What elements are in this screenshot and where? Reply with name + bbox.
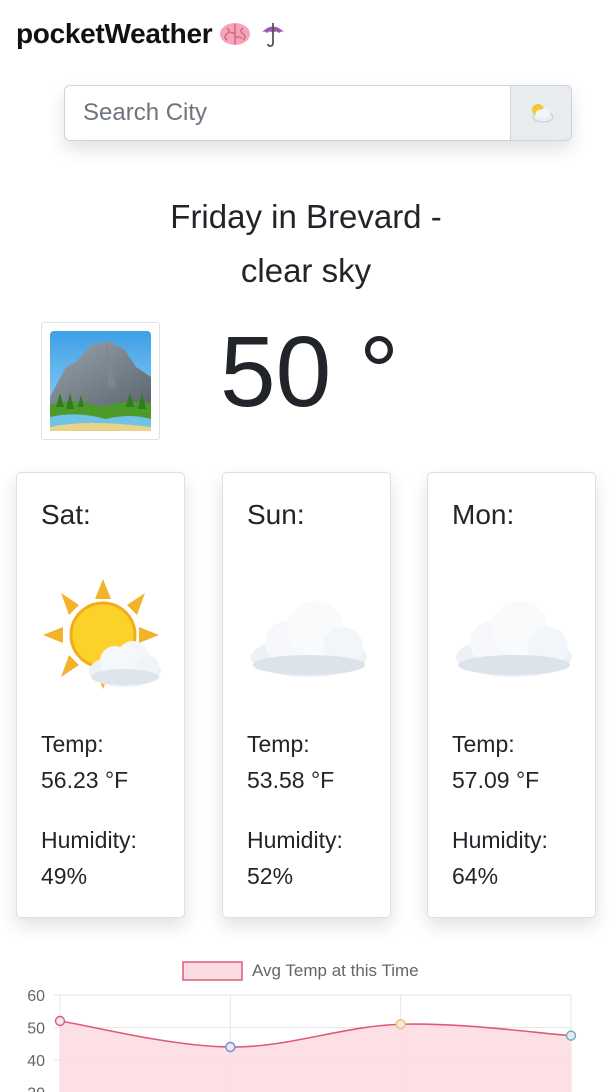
- umbrella-icon: [258, 19, 288, 49]
- data-point: [565, 1030, 577, 1041]
- humidity-label: Humidity:: [247, 827, 343, 853]
- y-tick-label: 40: [27, 1053, 45, 1070]
- forecast-card: Mon: Temp: 57.09 °F Humidity: 64%: [427, 472, 596, 918]
- temp-label: Temp:: [41, 731, 104, 757]
- series-area: [60, 1021, 571, 1092]
- search-bar: [64, 85, 572, 141]
- legend-label: Avg Temp at this Time: [252, 961, 419, 980]
- legend-swatch: [182, 961, 243, 981]
- headline-description: clear sky: [240, 252, 372, 289]
- y-tick-label: 60: [27, 988, 45, 1005]
- data-point: [395, 1019, 406, 1030]
- temp-value: 56.23 °F: [41, 767, 129, 793]
- cloud-icon: [247, 577, 371, 701]
- y-tick-label: 50: [27, 1021, 45, 1038]
- humidity-value: 52%: [247, 863, 294, 889]
- humidity-value: 64%: [452, 863, 499, 889]
- y-tick-label: 30: [27, 1086, 45, 1092]
- forecast-card: Sat: Temp: 56.23 °F Humidity: 49%: [16, 472, 185, 918]
- current-conditions-heading: Friday in Brevard - clear sky: [0, 190, 612, 298]
- cloud-icon: [452, 577, 576, 701]
- app-brand: pocketWeather: [16, 18, 288, 50]
- temp-label: Temp:: [247, 731, 310, 757]
- forecast-day: Sat:: [41, 499, 91, 530]
- brand-title: pocketWeather: [16, 18, 213, 49]
- humidity-label: Humidity:: [452, 827, 548, 853]
- brain-icon: [218, 19, 252, 49]
- humidity-value: 49%: [41, 863, 88, 889]
- temp-value: 53.58 °F: [247, 767, 335, 793]
- forecast-day: Mon:: [452, 499, 515, 530]
- headline-day-city: Friday in Brevard -: [170, 198, 442, 235]
- sun-behind-cloud-icon: [41, 577, 165, 701]
- forecast-card: Sun: Temp: 53.58 °F Humidity: 52%: [222, 472, 391, 918]
- current-temperature: 50 °: [220, 316, 400, 428]
- forecast-day: Sun:: [247, 499, 305, 530]
- data-point: [225, 1041, 236, 1053]
- sun-behind-cloud-icon: [532, 104, 554, 123]
- search-button[interactable]: [510, 85, 572, 141]
- avg-temp-chart: Avg Temp at this Time 60 50 40 30: [27, 961, 577, 1092]
- landscape-image: [41, 322, 160, 440]
- data-point: [54, 1015, 66, 1027]
- humidity-label: Humidity:: [41, 827, 137, 853]
- search-input[interactable]: [64, 85, 510, 141]
- temp-value: 57.09 °F: [452, 767, 540, 793]
- temp-label: Temp:: [452, 731, 515, 757]
